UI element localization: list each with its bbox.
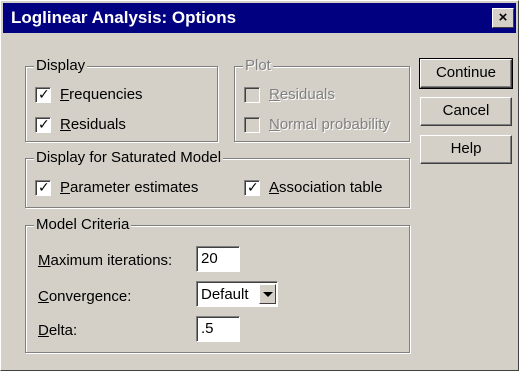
parameter-estimates-label: Parameter estimates — [60, 179, 199, 196]
plot-group: Plot Residuals Normal probability — [234, 57, 410, 142]
max-iterations-label: Maximum iterations: — [38, 252, 173, 269]
convergence-value: Default — [201, 285, 249, 303]
display-legend: Display — [34, 57, 88, 74]
chevron-down-icon[interactable] — [259, 284, 276, 304]
plot-legend: Plot — [243, 57, 273, 74]
title-bar: Loglinear Analysis: Options × — [3, 3, 516, 33]
model-criteria-group: Model Criteria Maximum iterations: 20 Co… — [25, 216, 410, 353]
check-icon: ✓ — [38, 178, 50, 195]
saturated-model-legend: Display for Saturated Model — [34, 149, 224, 166]
saturated-model-group: Display for Saturated Model ✓ Parameter … — [25, 149, 410, 208]
plot-residuals-checkbox[interactable]: Residuals — [244, 86, 335, 103]
cancel-button[interactable]: Cancel — [420, 97, 512, 126]
residuals-checkbox[interactable]: ✓ Residuals — [35, 116, 126, 133]
plot-residuals-label: Residuals — [269, 86, 335, 103]
convergence-label: Convergence: — [38, 288, 132, 305]
check-icon: ✓ — [247, 178, 259, 195]
dialog-title: Loglinear Analysis: Options — [11, 8, 237, 27]
normal-probability-check-box[interactable] — [244, 116, 260, 133]
convergence-select[interactable]: Default — [196, 281, 278, 307]
model-criteria-legend: Model Criteria — [34, 216, 132, 233]
frequencies-check-box[interactable]: ✓ — [35, 85, 51, 103]
close-button[interactable]: × — [492, 8, 514, 28]
normal-probability-label: Normal probability — [269, 116, 390, 133]
association-table-label: Association table — [269, 179, 383, 196]
continue-button[interactable]: Continue — [419, 58, 513, 89]
frequencies-label: Frequencies — [60, 86, 143, 103]
parameter-estimates-checkbox[interactable]: ✓ Parameter estimates — [35, 179, 198, 196]
plot-residuals-check-box[interactable] — [244, 86, 260, 103]
max-iterations-input[interactable]: 20 — [196, 246, 240, 272]
parameter-estimates-check-box[interactable]: ✓ — [35, 178, 51, 196]
normal-probability-checkbox[interactable]: Normal probability — [244, 116, 390, 133]
residuals-label: Residuals — [60, 116, 126, 133]
residuals-check-box[interactable]: ✓ — [35, 115, 51, 133]
frequencies-checkbox[interactable]: ✓ Frequencies — [35, 86, 143, 103]
display-group: Display ✓ Frequencies ✓ Residuals — [25, 57, 218, 142]
delta-input[interactable]: .5 — [196, 316, 240, 342]
options-dialog: Loglinear Analysis: Options × Display ✓ … — [0, 0, 519, 371]
association-table-checkbox[interactable]: ✓ Association table — [244, 179, 382, 196]
check-icon: ✓ — [38, 115, 50, 132]
check-icon: ✓ — [38, 85, 50, 102]
delta-label: Delta: — [38, 322, 78, 339]
association-table-check-box[interactable]: ✓ — [244, 178, 260, 196]
help-button[interactable]: Help — [420, 135, 512, 164]
